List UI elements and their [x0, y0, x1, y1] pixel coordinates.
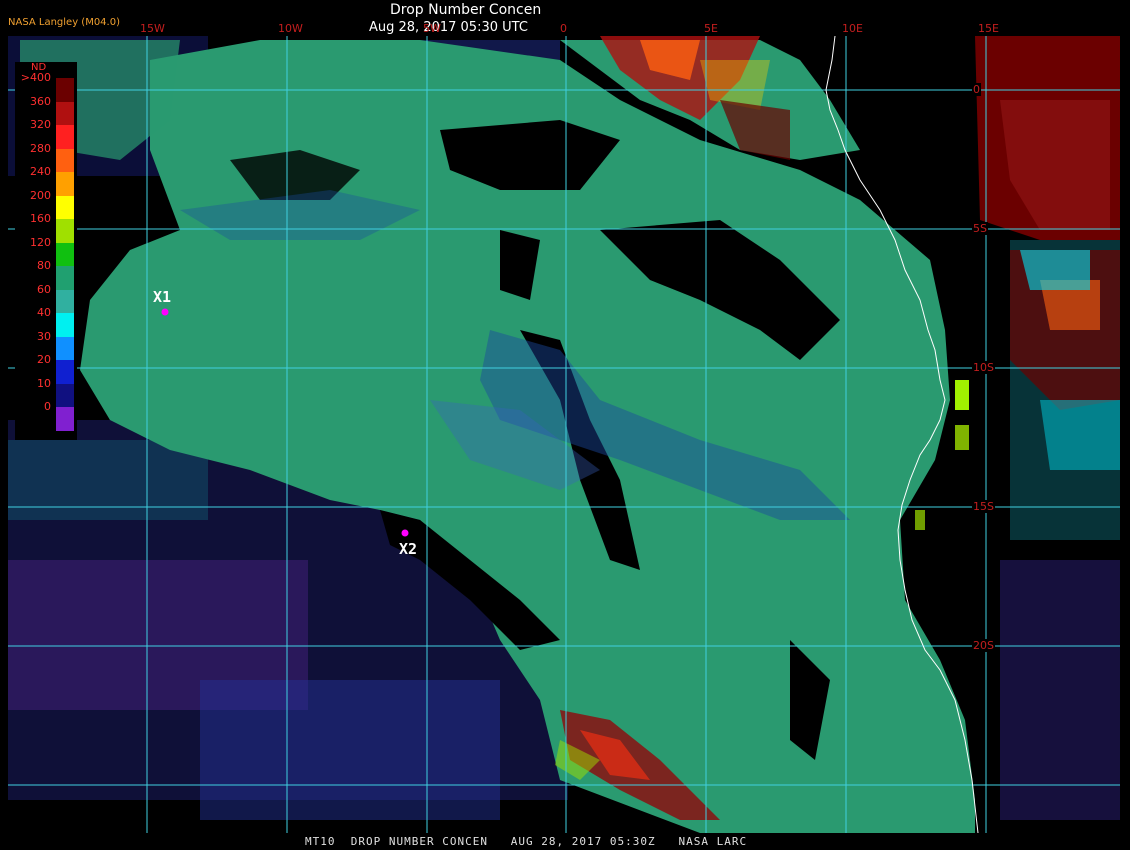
lat-label-10s: 10S [972, 361, 995, 374]
legend-swatch [56, 313, 74, 338]
legend-tick-label: 240 [30, 165, 51, 179]
legend-tick-label: 60 [37, 282, 51, 296]
lat-label-15s: 15S [972, 500, 995, 513]
legend-tick-label: 40 [37, 306, 51, 320]
color-legend: ND >400 360 320 280 240 200 160 120 80 60 40 30 20 10… [15, 62, 77, 440]
legend-tick-label: 120 [30, 235, 51, 249]
legend-swatch [56, 125, 74, 150]
footer-caption: MT10 DROP NUMBER CONCEN AUG 28, 2017 05:… [305, 835, 748, 848]
legend-swatch [56, 407, 74, 432]
lon-label-5e: 5E [704, 22, 718, 35]
marker-x1-dot [161, 308, 169, 316]
legend-swatch [56, 78, 74, 103]
legend-tick-label: 320 [30, 118, 51, 132]
map-timestamp: Aug 28, 2017 05:30 UTC [369, 20, 528, 35]
legend-swatch [56, 336, 74, 361]
source-label: NASA Langley (M04.0) [8, 17, 120, 28]
lat-label-5s: 5S [972, 222, 988, 235]
legend-tick-label: >400 [20, 71, 51, 84]
lon-label-15e: 15E [978, 22, 999, 35]
drop-number-map [8, 35, 1120, 834]
marker-x2-label: X2 [399, 540, 418, 558]
legend-tick-label: 30 [37, 329, 51, 343]
legend-tick-label: 360 [30, 94, 51, 108]
legend-tick-label: 20 [37, 353, 51, 367]
legend-tick-label: 280 [30, 141, 51, 155]
legend-swatch [56, 360, 74, 385]
marker-x1-label: X1 [153, 288, 172, 306]
lon-label-0: 0 [560, 22, 567, 35]
lon-label-15w: 15W [140, 22, 165, 35]
legend-tick-label: 0 [44, 400, 51, 414]
lat-label-20s: 20S [972, 639, 995, 652]
lon-label-10w: 10W [278, 22, 303, 35]
legend-tick-label: 200 [30, 188, 51, 202]
legend-swatch [56, 383, 74, 408]
map-header: NASA Langley (M04.0) Drop Number Concen … [0, 0, 1130, 36]
lon-label-5w: 5W [423, 22, 441, 35]
legend-tick-label: 160 [30, 212, 51, 226]
legend-swatch [56, 289, 74, 314]
legend-swatch [56, 101, 74, 126]
legend-swatch [56, 172, 74, 197]
color-bar [56, 78, 74, 432]
legend-swatch [56, 219, 74, 244]
legend-tick-label: 10 [37, 376, 51, 390]
marker-x2-dot [401, 529, 409, 537]
lon-label-10e: 10E [842, 22, 863, 35]
legend-swatch [56, 242, 74, 267]
legend-swatch [56, 148, 74, 173]
lat-label-0: 0 [972, 83, 981, 96]
legend-swatch [56, 266, 74, 291]
legend-swatch [56, 195, 74, 220]
map-title: Drop Number Concen [390, 2, 542, 18]
legend-tick-label: 80 [37, 259, 51, 273]
